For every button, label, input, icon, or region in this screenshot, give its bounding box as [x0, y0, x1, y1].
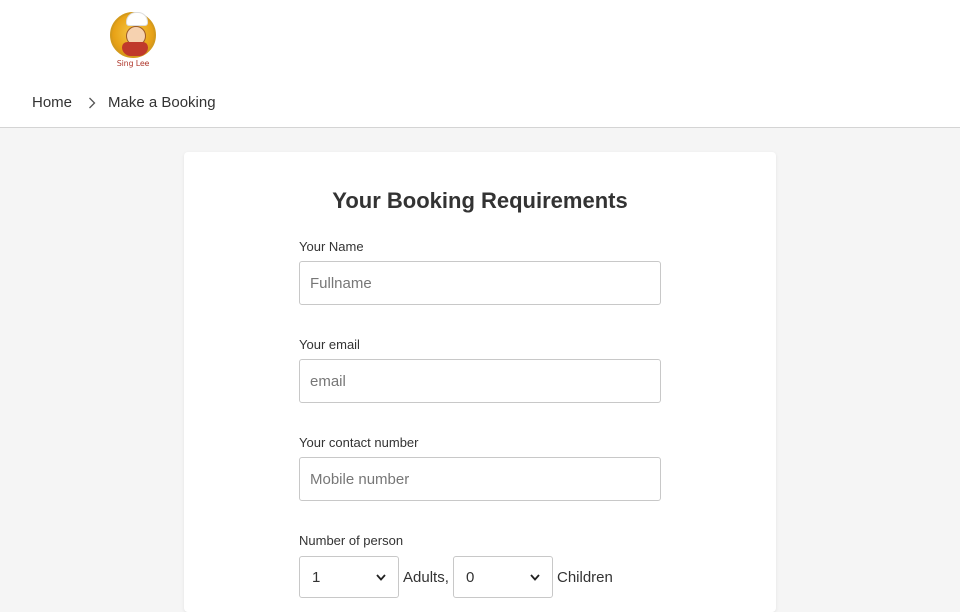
chevron-down-icon: [376, 572, 386, 582]
logo-text: Sing Lee: [116, 59, 150, 68]
adults-suffix: Adults,: [403, 569, 449, 586]
name-label: Your Name: [299, 239, 364, 254]
contact-label: Your contact number: [299, 435, 419, 450]
adults-select-value: 1: [312, 568, 321, 586]
children-suffix: Children: [557, 569, 613, 586]
chevron-down-icon: [530, 572, 540, 582]
adults-select[interactable]: 1: [299, 556, 399, 598]
breadcrumb-current: Make a Booking: [108, 94, 216, 111]
logo-badge-icon: [110, 12, 156, 58]
email-input[interactable]: [299, 359, 661, 403]
contact-number-input[interactable]: [299, 457, 661, 501]
chevron-right-icon: [86, 96, 98, 110]
chef-shirt-icon: [122, 42, 148, 56]
booking-form-card: Your Booking Requirements Your Name Your…: [184, 152, 776, 612]
children-select[interactable]: 0: [453, 556, 553, 598]
form-title: Your Booking Requirements: [332, 188, 628, 213]
persons-label: Number of person: [299, 533, 404, 548]
chef-hat-icon: [126, 12, 148, 26]
breadcrumb-home-link[interactable]: Home: [32, 94, 72, 111]
name-input[interactable]: [299, 261, 661, 305]
site-header: Sing Lee Home Make a Booking: [0, 0, 960, 128]
breadcrumb: Home Make a Booking: [32, 94, 216, 111]
email-label: Your email: [299, 337, 360, 352]
children-select-value: 0: [466, 568, 475, 586]
site-logo[interactable]: Sing Lee: [108, 12, 158, 70]
